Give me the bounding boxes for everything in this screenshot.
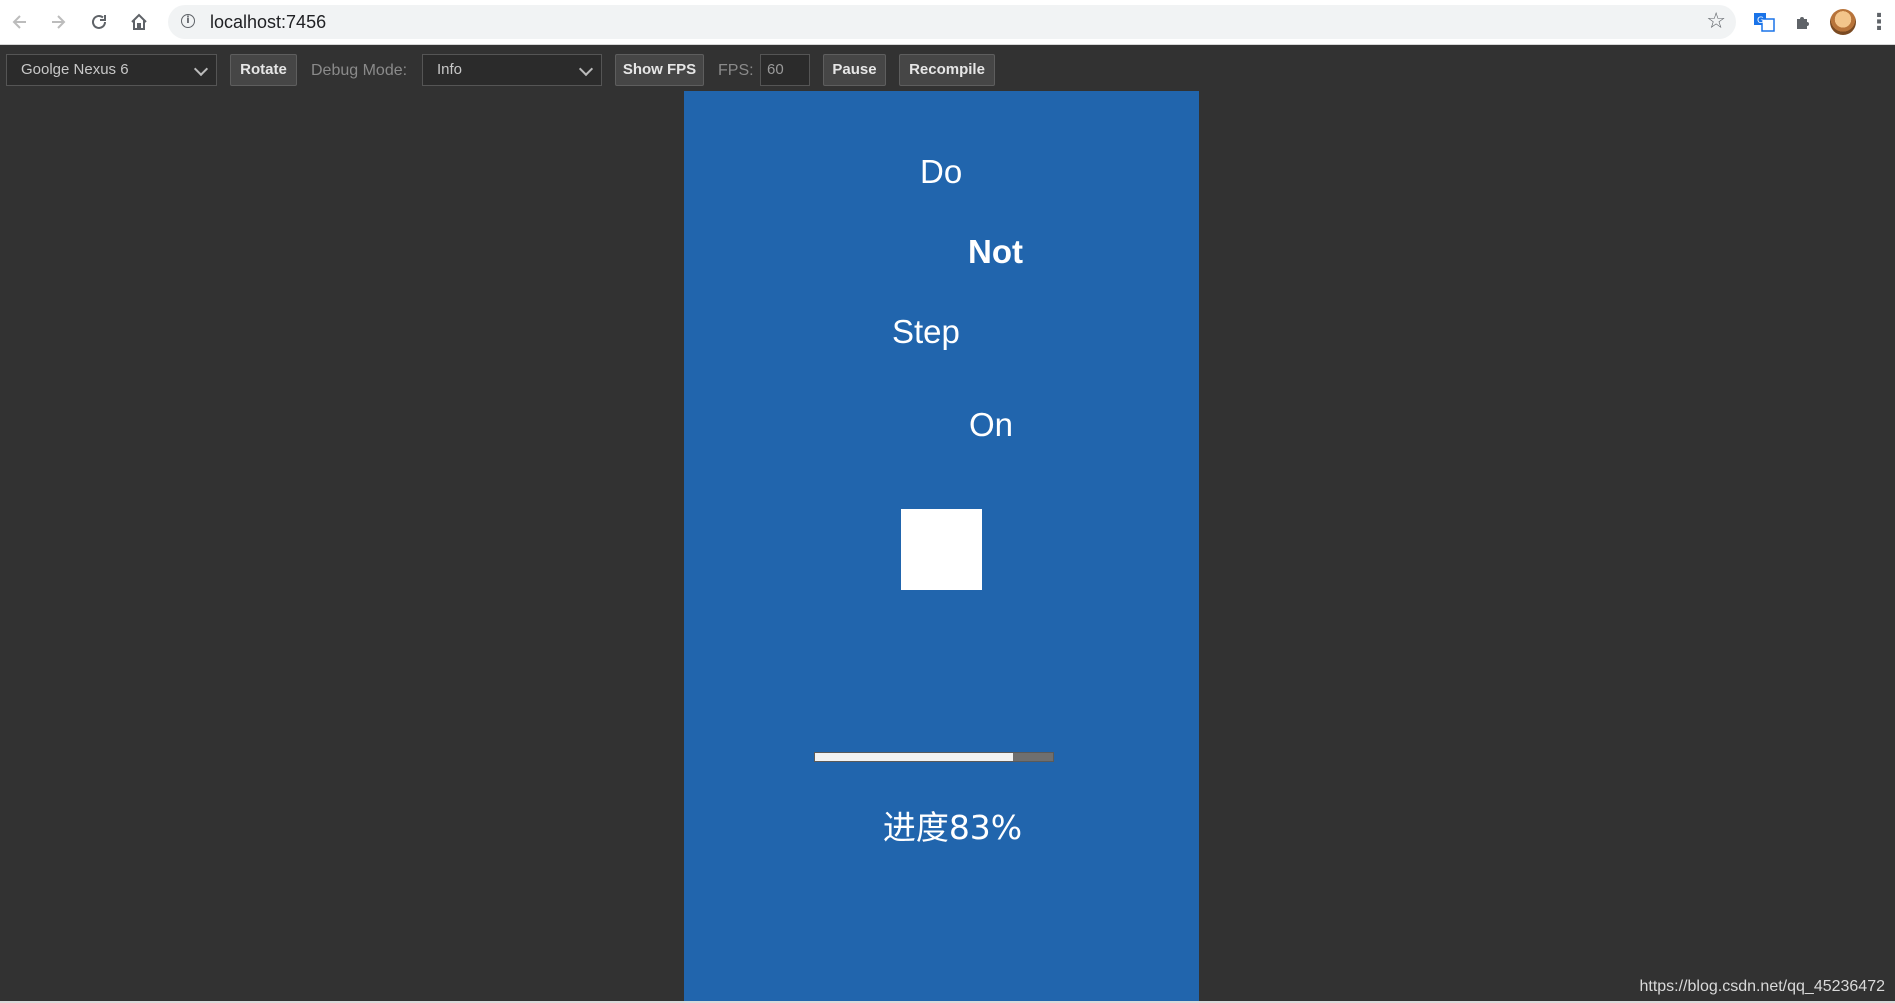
recompile-button[interactable]: Recompile — [899, 54, 995, 86]
preview-toolbar: Goolge Nexus 6 Rotate Debug Mode: Info S… — [0, 46, 1895, 94]
word-step: Step — [892, 313, 960, 350]
url-text: localhost:7456 — [210, 12, 327, 32]
word-do: Do — [920, 153, 963, 190]
device-select-value: Goolge Nexus 6 — [21, 61, 129, 78]
info-icon[interactable]: i — [181, 14, 195, 28]
chevron-down-icon — [193, 61, 209, 77]
debug-mode-select[interactable]: Info — [422, 54, 602, 86]
show-fps-button[interactable]: Show FPS — [615, 54, 704, 86]
avatar[interactable] — [1830, 9, 1856, 35]
chevron-down-icon — [578, 61, 594, 77]
arrow-left-icon[interactable] — [6, 8, 34, 36]
debug-mode-label: Debug Mode: — [311, 62, 408, 79]
white-square[interactable] — [901, 509, 982, 590]
word-on: On — [969, 406, 1014, 443]
puzzle-icon[interactable] — [1791, 9, 1817, 35]
reload-icon[interactable] — [85, 8, 113, 36]
arrow-right-icon[interactable] — [44, 8, 72, 36]
device-select[interactable]: Goolge Nexus 6 — [6, 54, 217, 86]
star-icon[interactable]: ☆ — [1706, 8, 1726, 34]
fps-label: FPS: — [718, 62, 754, 79]
progress-label: 进度83% — [882, 808, 1023, 847]
kebab-menu-icon[interactable]: ⋮ — [1868, 9, 1890, 35]
game-canvas[interactable]: Do Not Step On 进度83% — [684, 91, 1199, 1003]
translate-icon[interactable]: G — [1751, 9, 1777, 35]
svg-text:G: G — [1757, 16, 1764, 26]
home-icon[interactable] — [125, 8, 153, 36]
debug-mode-value: Info — [437, 61, 463, 78]
watermark: https://blog.csdn.net/qq_45236472 — [1639, 978, 1885, 995]
word-not: Not — [968, 233, 1023, 270]
progress-bar — [814, 752, 1054, 762]
pause-button[interactable]: Pause — [823, 54, 886, 86]
browser-chrome: i localhost:7456 ☆ G ⋮ — [0, 0, 1895, 45]
fps-input[interactable]: 60 — [760, 54, 810, 86]
rotate-button[interactable]: Rotate — [230, 54, 297, 86]
address-bar[interactable]: i localhost:7456 ☆ — [168, 5, 1736, 39]
progress-fill — [815, 753, 1013, 761]
